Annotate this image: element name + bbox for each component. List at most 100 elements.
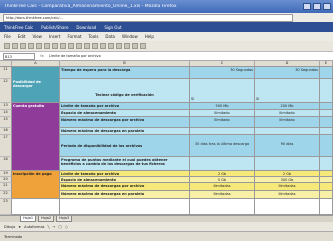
column-header-b[interactable]: B — [60, 61, 190, 66]
row-number[interactable]: 14 — [0, 110, 12, 117]
cell-reference-box[interactable]: B13 — [3, 52, 35, 60]
table-cell[interactable]: Ilimitado — [190, 110, 255, 117]
underline-icon[interactable] — [92, 43, 98, 49]
table-cell[interactable] — [190, 199, 255, 215]
open-icon[interactable] — [12, 43, 18, 49]
table-cell[interactable]: 200 Mb — [255, 103, 320, 110]
corner-cell[interactable] — [0, 61, 12, 66]
column-header-a[interactable]: A — [12, 61, 60, 66]
new-icon[interactable] — [4, 43, 10, 49]
table-cell[interactable]: Sí — [190, 79, 255, 103]
table-cell[interactable]: 30 Segundos — [255, 67, 320, 79]
table-cell[interactable]: Ilimitado — [255, 110, 320, 117]
table-cell[interactable]: Ilimitadas — [255, 191, 320, 199]
row-number[interactable]: 12 — [0, 79, 12, 103]
close-icon[interactable] — [323, 3, 331, 10]
url-field[interactable]: http://docs.thinkfree.com/calc/... — [3, 13, 293, 22]
app-nav-item-1[interactable]: Publish/Share — [41, 25, 68, 30]
align-right-icon[interactable] — [116, 43, 122, 49]
row-number[interactable]: 13 — [0, 103, 12, 110]
row-number[interactable]: 21 — [0, 183, 12, 191]
row-number[interactable]: 18 — [0, 157, 12, 171]
table-cell[interactable] — [12, 199, 60, 215]
menu-help[interactable]: Help — [145, 34, 154, 39]
table-cell[interactable] — [255, 157, 320, 171]
row-number[interactable]: 23 — [0, 199, 12, 215]
table-cell[interactable]: Ilimitadas — [190, 191, 255, 199]
table-cell[interactable]: Tiempo de espera para la descarga — [60, 67, 190, 79]
bold-icon[interactable] — [76, 43, 82, 49]
menu-format[interactable]: Format — [67, 34, 81, 39]
row-number[interactable]: 22 — [0, 191, 12, 199]
italic-icon[interactable] — [84, 43, 90, 49]
line-icon[interactable]: ╲ — [47, 225, 49, 229]
table-cell[interactable]: Número máximo de descargas por archivo — [60, 117, 190, 128]
table-cell[interactable]: Ilimitado — [190, 117, 255, 128]
app-nav-item-2[interactable]: Download — [76, 25, 96, 30]
autoshapes-button[interactable]: Autoformas — [24, 225, 44, 229]
table-cell[interactable] — [190, 128, 255, 135]
column-header-e[interactable]: E — [320, 61, 333, 66]
arrow-icon[interactable]: → — [53, 225, 56, 229]
column-header-d[interactable]: D — [255, 61, 320, 66]
formula-input[interactable]: Límite de tamaño por archivo — [49, 54, 101, 58]
align-left-icon[interactable] — [100, 43, 106, 49]
redo-icon[interactable] — [68, 43, 74, 49]
section-label[interactable]: Cuenta gratuita — [12, 103, 60, 171]
menu-window[interactable]: Window — [122, 34, 138, 39]
pointer-icon[interactable]: ➤ — [18, 225, 21, 229]
table-cell[interactable]: Número máximo de descargas por archivo — [60, 183, 190, 191]
chart-icon[interactable] — [132, 43, 138, 49]
table-cell[interactable]: Programa de puntos mediante el cual pued… — [60, 157, 190, 171]
menu-insert[interactable]: Insert — [49, 34, 60, 39]
table-cell[interactable]: Período de disponibilidad de los archivo… — [60, 135, 190, 157]
save-icon[interactable] — [20, 43, 26, 49]
menu-view[interactable]: View — [32, 34, 42, 39]
maximize-icon[interactable] — [313, 3, 321, 10]
table-cell[interactable] — [255, 128, 320, 135]
table-cell[interactable]: Espacio de almacenamiento — [60, 110, 190, 117]
align-center-icon[interactable] — [108, 43, 114, 49]
ellipse-icon[interactable]: ○ — [65, 225, 68, 229]
table-cell[interactable] — [320, 79, 333, 103]
table-cell[interactable]: Teclear código de verificación — [60, 79, 190, 103]
function-icon[interactable]: fx — [35, 54, 49, 58]
paste-icon[interactable] — [52, 43, 58, 49]
table-cell[interactable]: Ilimitado — [255, 117, 320, 128]
table-cell[interactable] — [320, 67, 333, 79]
table-cell[interactable] — [320, 128, 333, 135]
column-header-c[interactable]: C — [190, 61, 255, 66]
sum-icon[interactable] — [124, 43, 130, 49]
rectangle-icon[interactable]: □ — [58, 225, 61, 229]
table-cell[interactable] — [60, 199, 190, 215]
table-cell[interactable] — [320, 183, 333, 191]
table-cell[interactable]: Sí — [255, 79, 320, 103]
minimize-icon[interactable] — [303, 3, 311, 10]
table-cell[interactable]: Ilimitadas — [190, 183, 255, 191]
copy-icon[interactable] — [44, 43, 50, 49]
table-cell[interactable]: 90 días — [255, 135, 320, 157]
table-cell[interactable] — [320, 157, 333, 171]
table-cell[interactable] — [255, 199, 320, 215]
section-label[interactable]: Posibilidad de descargar — [12, 79, 60, 103]
table-cell[interactable]: Ilimitadas — [255, 183, 320, 191]
row-number[interactable]: 17 — [0, 135, 12, 157]
table-cell[interactable]: 500 Mb — [190, 103, 255, 110]
table-cell[interactable] — [320, 110, 333, 117]
menu-file[interactable]: File — [4, 34, 11, 39]
table-cell[interactable] — [190, 157, 255, 171]
section-label[interactable]: Inscripción de pago — [12, 171, 60, 199]
row-number[interactable]: 15 — [0, 117, 12, 128]
table-cell[interactable]: Número máximo de descargas en paralelo — [60, 191, 190, 199]
app-nav-item-3[interactable]: Sign Out — [104, 25, 121, 30]
menu-data[interactable]: Data — [105, 34, 115, 39]
row-number[interactable]: 11 — [0, 67, 12, 79]
table-cell[interactable] — [320, 191, 333, 199]
table-cell[interactable]: Límite de tamaño por archivo — [60, 103, 190, 110]
table-cell[interactable] — [320, 135, 333, 157]
table-cell[interactable] — [320, 103, 333, 110]
table-cell[interactable] — [320, 199, 333, 215]
fill-color-icon[interactable] — [140, 43, 146, 49]
row-number[interactable]: 16 — [0, 128, 12, 135]
table-cell[interactable]: Número máximo de descargas en paralelo — [60, 128, 190, 135]
